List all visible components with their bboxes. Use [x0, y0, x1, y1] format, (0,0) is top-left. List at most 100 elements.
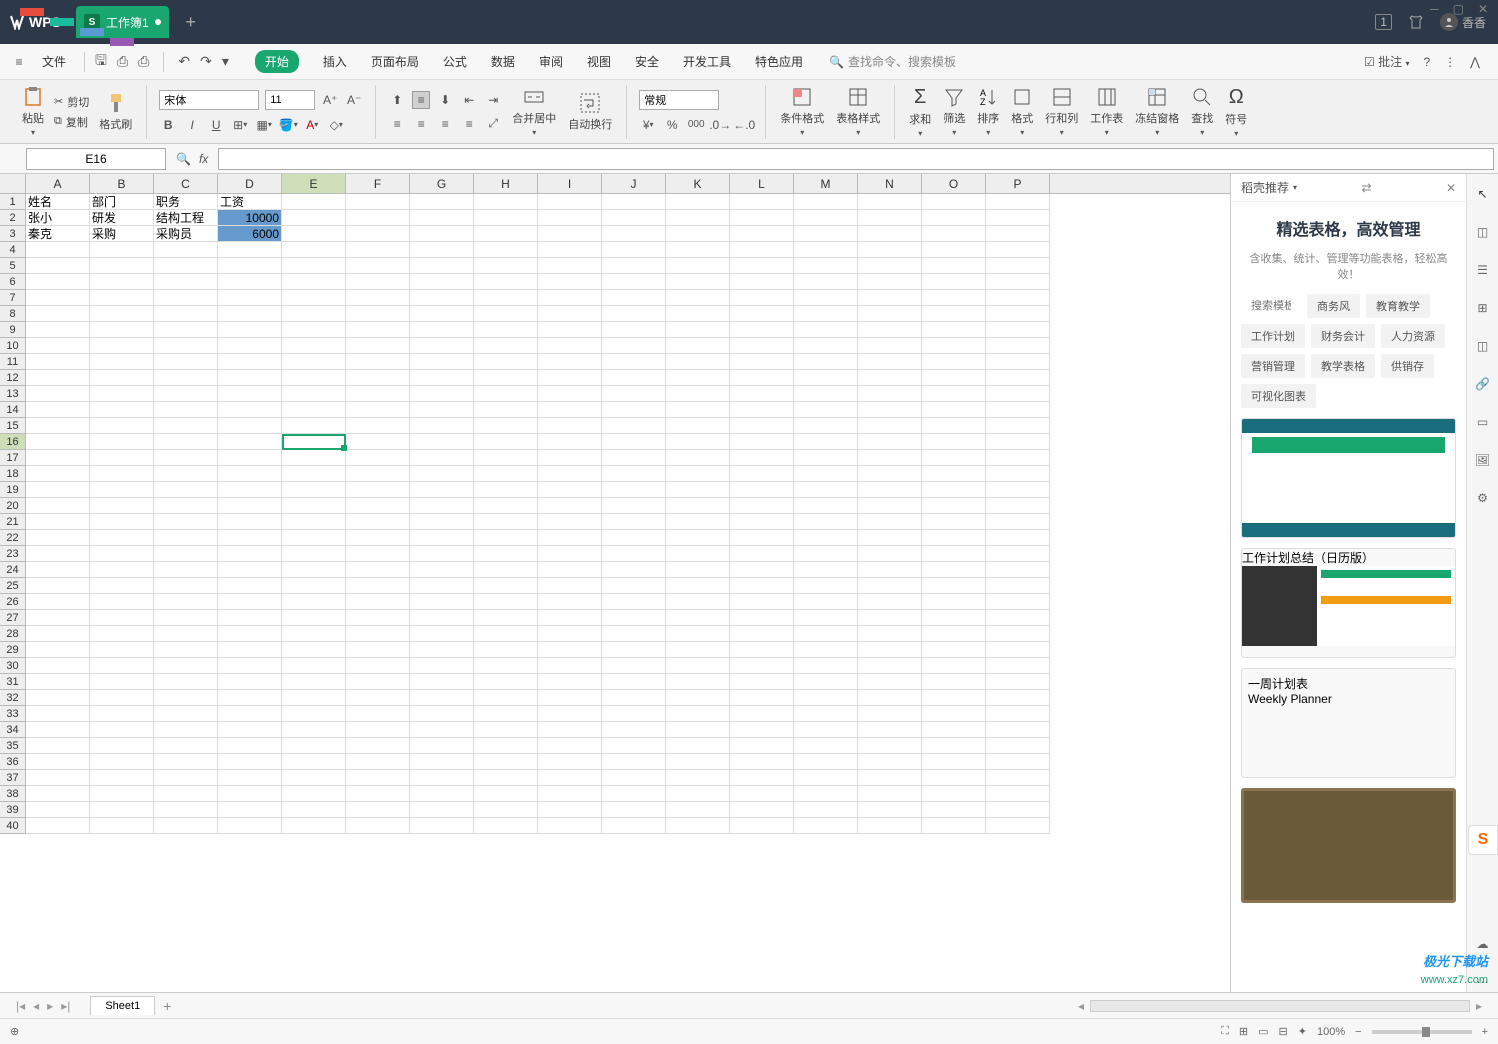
cell-A36[interactable]: [26, 754, 90, 770]
cell-A16[interactable]: [26, 434, 90, 450]
cell-H36[interactable]: [474, 754, 538, 770]
copy-button[interactable]: ⧉复制: [54, 114, 89, 130]
cell-J7[interactable]: [602, 290, 666, 306]
cell-G26[interactable]: [410, 594, 474, 610]
zoom-in-button[interactable]: +: [1482, 1026, 1488, 1038]
cell-A15[interactable]: [26, 418, 90, 434]
underline-button[interactable]: U: [207, 116, 225, 134]
cell-J13[interactable]: [602, 386, 666, 402]
cell-E28[interactable]: [282, 626, 346, 642]
cell-G14[interactable]: [410, 402, 474, 418]
cell-G33[interactable]: [410, 706, 474, 722]
cell-C26[interactable]: [154, 594, 218, 610]
cell-C30[interactable]: [154, 658, 218, 674]
cell-F23[interactable]: [346, 546, 410, 562]
cell-K5[interactable]: [666, 258, 730, 274]
cell-B36[interactable]: [90, 754, 154, 770]
cell-L28[interactable]: [730, 626, 794, 642]
table-style-button[interactable]: 表格样式▾: [830, 86, 886, 137]
font-color-button[interactable]: A▾: [303, 116, 321, 134]
orientation-button[interactable]: ⤢: [484, 115, 502, 133]
cell-G15[interactable]: [410, 418, 474, 434]
cell-J28[interactable]: [602, 626, 666, 642]
cell-H28[interactable]: [474, 626, 538, 642]
cell-O39[interactable]: [922, 802, 986, 818]
row-header-28[interactable]: 28: [0, 626, 26, 642]
borders-button[interactable]: ⊞▾: [231, 116, 249, 134]
cell-I22[interactable]: [538, 530, 602, 546]
cell-O5[interactable]: [922, 258, 986, 274]
cell-N24[interactable]: [858, 562, 922, 578]
row-header-11[interactable]: 11: [0, 354, 26, 370]
cell-I16[interactable]: [538, 434, 602, 450]
cell-K7[interactable]: [666, 290, 730, 306]
cell-H12[interactable]: [474, 370, 538, 386]
col-header-L[interactable]: L: [730, 174, 794, 193]
cell-L21[interactable]: [730, 514, 794, 530]
cell-M18[interactable]: [794, 466, 858, 482]
row-header-22[interactable]: 22: [0, 530, 26, 546]
cell-M40[interactable]: [794, 818, 858, 834]
cell-L9[interactable]: [730, 322, 794, 338]
cell-C17[interactable]: [154, 450, 218, 466]
cell-H40[interactable]: [474, 818, 538, 834]
row-header-37[interactable]: 37: [0, 770, 26, 786]
cell-C19[interactable]: [154, 482, 218, 498]
cell-K14[interactable]: [666, 402, 730, 418]
cell-J5[interactable]: [602, 258, 666, 274]
cell-I7[interactable]: [538, 290, 602, 306]
cell-J25[interactable]: [602, 578, 666, 594]
cell-K35[interactable]: [666, 738, 730, 754]
cell-C6[interactable]: [154, 274, 218, 290]
zoom-slider[interactable]: [1372, 1030, 1472, 1034]
indent-dec-button[interactable]: ⇤: [460, 91, 478, 109]
cell-C20[interactable]: [154, 498, 218, 514]
cell-G2[interactable]: [410, 210, 474, 226]
cell-P21[interactable]: [986, 514, 1050, 530]
row-header-26[interactable]: 26: [0, 594, 26, 610]
row-header-12[interactable]: 12: [0, 370, 26, 386]
cell-P12[interactable]: [986, 370, 1050, 386]
cell-O6[interactable]: [922, 274, 986, 290]
cell-M7[interactable]: [794, 290, 858, 306]
cell-C4[interactable]: [154, 242, 218, 258]
cell-B3[interactable]: 采购: [90, 226, 154, 242]
cell-P20[interactable]: [986, 498, 1050, 514]
cell-G29[interactable]: [410, 642, 474, 658]
cell-K19[interactable]: [666, 482, 730, 498]
cell-F3[interactable]: [346, 226, 410, 242]
cell-D13[interactable]: [218, 386, 282, 402]
cell-A25[interactable]: [26, 578, 90, 594]
cell-I18[interactable]: [538, 466, 602, 482]
template-thumbnail-1[interactable]: [1241, 418, 1456, 538]
cell-A7[interactable]: [26, 290, 90, 306]
save-button[interactable]: 🖫: [95, 50, 107, 74]
cell-J40[interactable]: [602, 818, 666, 834]
view-split-button[interactable]: ⊟: [1279, 1025, 1288, 1038]
cell-J30[interactable]: [602, 658, 666, 674]
cell-P6[interactable]: [986, 274, 1050, 290]
cell-L24[interactable]: [730, 562, 794, 578]
cell-P28[interactable]: [986, 626, 1050, 642]
cell-L31[interactable]: [730, 674, 794, 690]
cell-P2[interactable]: [986, 210, 1050, 226]
row-header-13[interactable]: 13: [0, 386, 26, 402]
cell-N27[interactable]: [858, 610, 922, 626]
cell-O2[interactable]: [922, 210, 986, 226]
cell-L16[interactable]: [730, 434, 794, 450]
cell-B5[interactable]: [90, 258, 154, 274]
cell-K38[interactable]: [666, 786, 730, 802]
cell-L17[interactable]: [730, 450, 794, 466]
cell-F29[interactable]: [346, 642, 410, 658]
cell-J32[interactable]: [602, 690, 666, 706]
cell-P1[interactable]: [986, 194, 1050, 210]
cell-N19[interactable]: [858, 482, 922, 498]
cell-F35[interactable]: [346, 738, 410, 754]
cell-I28[interactable]: [538, 626, 602, 642]
side-tab-hr[interactable]: 人力资源: [1381, 324, 1445, 348]
cell-N16[interactable]: [858, 434, 922, 450]
cell-D23[interactable]: [218, 546, 282, 562]
cell-D26[interactable]: [218, 594, 282, 610]
cell-N35[interactable]: [858, 738, 922, 754]
cell-O3[interactable]: [922, 226, 986, 242]
